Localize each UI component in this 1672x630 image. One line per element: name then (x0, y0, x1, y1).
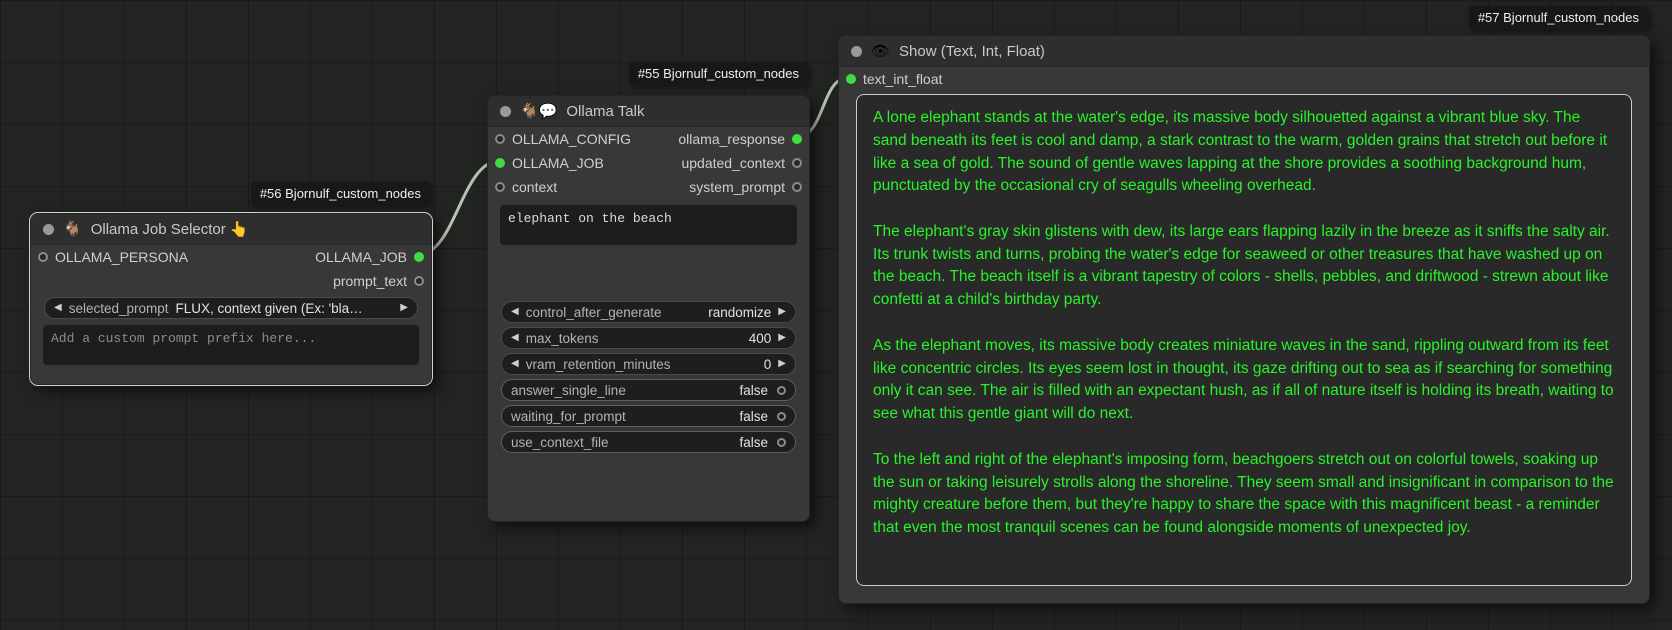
toggle-knob-icon[interactable] (777, 386, 786, 395)
ollama-job-input-port[interactable]: OLLAMA_JOB (495, 155, 604, 171)
slot-row: OLLAMA_CONFIG ollama_response (488, 127, 809, 151)
node-badge: #57 Bjornulf_custom_nodes (1469, 6, 1648, 29)
node-show-text-int-float[interactable]: 👁 Show (Text, Int, Float) text_int_float… (838, 35, 1650, 604)
response-text-display[interactable]: A lone elephant stands at the water's ed… (856, 94, 1632, 586)
node-graph-canvas[interactable]: #56 Bjornulf_custom_nodes #55 Bjornulf_c… (0, 0, 1672, 630)
goat-icon: 🐐 (63, 220, 82, 238)
control-after-generate-widget[interactable]: ◀ control_after_generate randomize ▶ (501, 301, 796, 323)
node-badge: #55 Bjornulf_custom_nodes (629, 62, 808, 85)
increment-arrow-icon[interactable]: ▶ (778, 359, 786, 369)
collapse-toggle-icon[interactable] (43, 224, 54, 235)
output-port-icon[interactable] (792, 158, 802, 168)
node-badge: #56 Bjornulf_custom_nodes (251, 182, 430, 205)
input-port-icon[interactable] (495, 158, 505, 168)
input-port-icon[interactable] (846, 74, 856, 84)
system-prompt-output-port[interactable]: system_prompt (689, 179, 802, 195)
answer-single-line-toggle[interactable]: answer_single_line false (501, 379, 796, 401)
updated-context-output-port[interactable]: updated_context (681, 155, 802, 171)
widget-spacer (488, 251, 809, 297)
node-title: Show (Text, Int, Float) (899, 43, 1045, 60)
node-ollama-talk[interactable]: 🐐💬 Ollama Talk OLLAMA_CONFIG ollama_resp… (487, 95, 810, 522)
text-int-float-input-port[interactable]: text_int_float (846, 71, 942, 87)
eye-icon: 👁 (871, 42, 890, 60)
decrement-arrow-icon[interactable]: ◀ (511, 307, 519, 317)
output-port-icon[interactable] (414, 252, 424, 262)
output-port-icon[interactable] (414, 276, 424, 286)
node-title: Ollama Talk (566, 103, 644, 120)
slot-row: prompt_text (31, 269, 431, 293)
prompt-textarea[interactable]: elephant on the beach (500, 205, 797, 245)
decrement-arrow-icon[interactable]: ◀ (511, 333, 519, 343)
prompt-prefix-textarea[interactable]: Add a custom prompt prefix here... (43, 325, 419, 365)
slot-row: context system_prompt (488, 175, 809, 199)
goat-speech-icon: 🐐💬 (520, 102, 557, 120)
decrement-arrow-icon[interactable]: ◀ (511, 359, 519, 369)
use-context-file-toggle[interactable]: use_context_file false (501, 431, 796, 453)
max-tokens-widget[interactable]: ◀ max_tokens 400 ▶ (501, 327, 796, 349)
node-header[interactable]: 👁 Show (Text, Int, Float) (839, 36, 1649, 67)
vram-retention-minutes-widget[interactable]: ◀ vram_retention_minutes 0 ▶ (501, 353, 796, 375)
combo-right-arrow-icon[interactable]: ▶ (400, 303, 408, 313)
context-input-port[interactable]: context (495, 179, 557, 195)
toggle-knob-icon[interactable] (777, 438, 786, 447)
ollama-job-output-port[interactable]: OLLAMA_JOB (315, 249, 424, 265)
slot-row: text_int_float (839, 67, 1649, 91)
node-header[interactable]: 🐐💬 Ollama Talk (488, 96, 809, 127)
collapse-toggle-icon[interactable] (500, 106, 511, 117)
output-port-icon[interactable] (792, 182, 802, 192)
prompt-text-output-port[interactable]: prompt_text (333, 273, 424, 289)
increment-arrow-icon[interactable]: ▶ (778, 307, 786, 317)
selected-prompt-combo[interactable]: ◀ selected_prompt FLUX, context given (E… (44, 297, 418, 319)
waiting-for-prompt-toggle[interactable]: waiting_for_prompt false (501, 405, 796, 427)
input-port-icon[interactable] (495, 182, 505, 192)
node-title: Ollama Job Selector 👆 (91, 220, 249, 238)
combo-left-arrow-icon[interactable]: ◀ (54, 303, 62, 313)
increment-arrow-icon[interactable]: ▶ (778, 333, 786, 343)
input-port-icon[interactable] (38, 252, 48, 262)
ollama-config-input-port[interactable]: OLLAMA_CONFIG (495, 131, 631, 147)
node-header[interactable]: 🐐 Ollama Job Selector 👆 (31, 214, 431, 245)
input-port-icon[interactable] (495, 134, 505, 144)
ollama-response-output-port[interactable]: ollama_response (678, 131, 802, 147)
slot-row: OLLAMA_JOB updated_context (488, 151, 809, 175)
node-ollama-job-selector[interactable]: 🐐 Ollama Job Selector 👆 OLLAMA_PERSONA O… (30, 213, 432, 385)
ollama-persona-input-port[interactable]: OLLAMA_PERSONA (38, 249, 188, 265)
toggle-knob-icon[interactable] (777, 412, 786, 421)
slot-row: OLLAMA_PERSONA OLLAMA_JOB (31, 245, 431, 269)
output-port-icon[interactable] (792, 134, 802, 144)
collapse-toggle-icon[interactable] (851, 46, 862, 57)
